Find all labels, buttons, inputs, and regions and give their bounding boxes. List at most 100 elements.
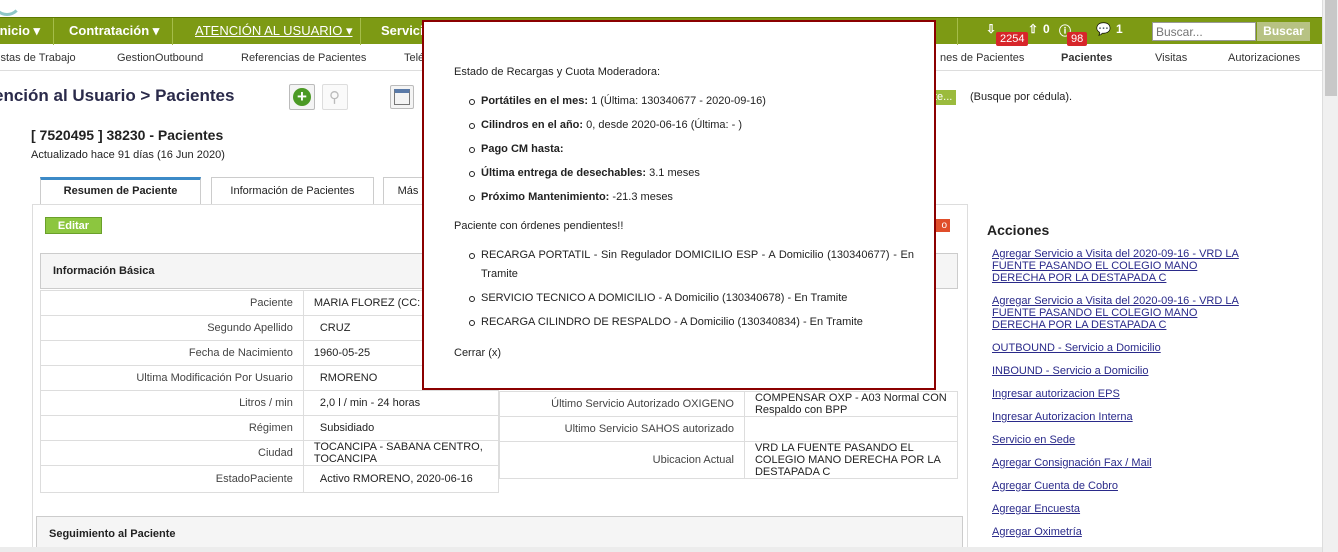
- row-value: Activo RMORENO, 2020-06-16: [302, 465, 500, 493]
- row-label: Ciudad: [40, 440, 304, 466]
- list-item: Pago CM hasta:: [469, 142, 914, 157]
- row-label: Litros / min: [40, 390, 304, 416]
- table-row: Litros / min 2,0 l / min - 24 horas: [40, 390, 500, 416]
- row-label: EstadoPaciente: [40, 465, 304, 493]
- modal-close-link[interactable]: Cerrar (x): [454, 347, 501, 359]
- subnav-listas-trabajo[interactable]: istas de Trabajo: [0, 52, 76, 64]
- table-row: Ciudad TOCANCIPA - SABANA CENTRO, TOCANCI…: [40, 440, 500, 466]
- row-value: VRD LA FUENTE PASANDO EL COLEGIO MANO DE…: [743, 441, 959, 479]
- modal-pending-heading: Paciente con órdenes pendientes!!: [454, 220, 624, 232]
- action-inbound-domicilio[interactable]: INBOUND - Servicio a Domicilio: [992, 365, 1242, 377]
- tab-informacion-pacientes[interactable]: Información de Pacientes: [211, 177, 374, 204]
- upload-icon[interactable]: ⇧: [1028, 22, 1038, 36]
- patient-updated: Actualizado hace 91 días (16 Jun 2020): [31, 149, 225, 161]
- search-button[interactable]: Buscar: [1257, 22, 1310, 41]
- plus-icon: +: [293, 88, 311, 106]
- row-value: COMPENSAR OXP - A03 Normal CON Respaldo …: [743, 391, 959, 417]
- row-label: Fecha de Nacimiento: [40, 340, 304, 366]
- subnav-referencias-pacientes[interactable]: Referencias de Pacientes: [241, 52, 366, 64]
- action-oximetria[interactable]: Agregar Oximetría: [992, 526, 1242, 538]
- row-value: TOCANCIPA - SABANA CENTRO, TOCANCIPA: [302, 440, 500, 466]
- nav-separator: [957, 18, 958, 45]
- chat-icon[interactable]: 💬: [1096, 22, 1111, 36]
- list-item: SERVICIO TECNICO A DOMICILIO - A Domicil…: [469, 289, 914, 308]
- search-patient-button[interactable]: ⚲: [322, 84, 348, 110]
- modal-stats-list: Portátiles en el mes: 1 (Última: 1303406…: [469, 94, 914, 214]
- stat-label: Última entrega de desechables:: [481, 167, 647, 179]
- patient-heading: [ 7520495 ] 38230 - Pacientes: [31, 127, 224, 143]
- download-count-badge: 2254: [996, 32, 1029, 46]
- subnav-ordenes-pacientes[interactable]: nes de Pacientes: [940, 52, 1024, 64]
- tab-resumen-paciente[interactable]: Resumen de Paciente: [40, 177, 201, 204]
- actions-list: Agregar Servicio a Visita del 2020-09-16…: [992, 248, 1242, 549]
- nav-separator: [53, 18, 54, 45]
- logo-icon: [0, 0, 22, 16]
- followup-title: Seguimiento al Paciente: [49, 528, 176, 540]
- action-encuesta[interactable]: Agregar Encuesta: [992, 503, 1242, 515]
- stat-value: 3.1 meses: [649, 167, 700, 179]
- add-button[interactable]: +: [289, 84, 315, 110]
- row-label: Segundo Apellido: [40, 315, 304, 341]
- download-icon[interactable]: ⇩: [986, 22, 996, 36]
- row-value: 2,0 l / min - 24 horas: [302, 390, 500, 416]
- action-autorizacion-eps[interactable]: Ingresar autorizacion EPS: [992, 388, 1242, 400]
- row-label: Último Servicio Autorizado OXIGENO: [499, 391, 745, 417]
- action-outbound-domicilio[interactable]: OUTBOUND - Servicio a Domicilio: [992, 342, 1242, 354]
- row-label: Ultimo Servicio SAHOS autorizado: [499, 416, 745, 442]
- row-label: Paciente: [40, 290, 304, 316]
- vertical-scrollbar[interactable]: [1322, 0, 1338, 552]
- list-item: RECARGA PORTATIL - Sin Regulador DOMICIL…: [469, 246, 914, 284]
- chat-count: 1: [1116, 22, 1123, 36]
- row-value: [743, 416, 959, 442]
- table-row: Último Servicio Autorizado OXIGENO COMPEN…: [499, 391, 959, 417]
- stat-label: Próximo Mantenimiento:: [481, 191, 610, 203]
- recargas-modal: Estado de Recargas y Cuota Moderadora: P…: [422, 20, 936, 390]
- magnifier-icon: ⚲: [329, 89, 340, 106]
- action-servicio-sede[interactable]: Servicio en Sede: [992, 434, 1242, 446]
- info-box-title: Información Básica: [53, 265, 155, 277]
- nav-inicio[interactable]: inicio ▾: [0, 18, 40, 45]
- nav-separator: [360, 18, 361, 45]
- modal-orders-list: RECARGA PORTATIL - Sin Regulador DOMICIL…: [469, 246, 914, 337]
- stat-value: -21.3 meses: [612, 191, 673, 203]
- action-consignacion-fax[interactable]: Agregar Consignación Fax / Mail: [992, 457, 1242, 469]
- nav-atencion-usuario[interactable]: ATENCIÓN AL USUARIO ▾: [195, 18, 353, 45]
- scrollbar-thumb[interactable]: [1325, 0, 1337, 96]
- table-row: Régimen Subsidiado: [40, 415, 500, 441]
- nav-separator: [172, 18, 173, 45]
- stat-label: Cilindros en el año:: [481, 119, 584, 131]
- search-input[interactable]: [1152, 22, 1256, 41]
- subnav-gestion-outbound[interactable]: GestionOutbound: [117, 52, 203, 64]
- row-value: Subsidiado: [302, 415, 500, 441]
- list-item: Portátiles en el mes: 1 (Última: 1303406…: [469, 94, 914, 109]
- list-item: Próximo Mantenimiento: -21.3 meses: [469, 190, 914, 205]
- list-item: Cilindros en el año: 0, desde 2020-06-16…: [469, 118, 914, 133]
- info-table-right: Último Servicio Autorizado OXIGENO COMPEN…: [499, 391, 959, 479]
- action-cuenta-cobro[interactable]: Agregar Cuenta de Cobro: [992, 480, 1242, 492]
- table-row: Ultimo Servicio SAHOS autorizado: [499, 416, 959, 442]
- edit-button[interactable]: Editar: [45, 217, 102, 234]
- modal-heading: Estado de Recargas y Cuota Moderadora:: [454, 66, 661, 78]
- nav-contratacion[interactable]: Contratación ▾: [69, 18, 159, 45]
- stat-value: 0, desde 2020-06-16 (Última: - ): [586, 119, 743, 131]
- horizontal-scrollbar[interactable]: [0, 547, 1322, 552]
- action-autorizacion-interna[interactable]: Ingresar Autorizacion Interna: [992, 411, 1242, 423]
- row-label: Régimen: [40, 415, 304, 441]
- action-add-service-visit[interactable]: Agregar Servicio a Visita del 2020-09-16…: [992, 295, 1242, 331]
- action-add-service-visit[interactable]: Agregar Servicio a Visita del 2020-09-16…: [992, 248, 1242, 284]
- list-item: Última entrega de desechables: 3.1 meses: [469, 166, 914, 181]
- actions-title: Acciones: [987, 222, 1050, 238]
- stat-value: 1 (Última: 130340677 - 2020-09-16): [591, 95, 766, 107]
- subnav-autorizaciones[interactable]: Autorizaciones: [1228, 52, 1300, 64]
- subnav-pacientes[interactable]: Pacientes: [1061, 52, 1112, 64]
- search-hint-text: (Busque por cédula).: [970, 91, 1073, 103]
- window-button[interactable]: [390, 85, 414, 109]
- row-label: Ubicacion Actual: [499, 441, 745, 479]
- stat-label: Portátiles en el mes:: [481, 95, 588, 107]
- window-icon: [394, 89, 410, 105]
- stat-label: Pago CM hasta:: [481, 143, 564, 155]
- list-item: RECARGA CILINDRO DE RESPALDO - A Domicil…: [469, 313, 914, 332]
- subnav-visitas[interactable]: Visitas: [1155, 52, 1187, 64]
- row-label: Ultima Modificación Por Usuario: [40, 365, 304, 391]
- page-title: ención al Usuario > Pacientes: [0, 86, 235, 105]
